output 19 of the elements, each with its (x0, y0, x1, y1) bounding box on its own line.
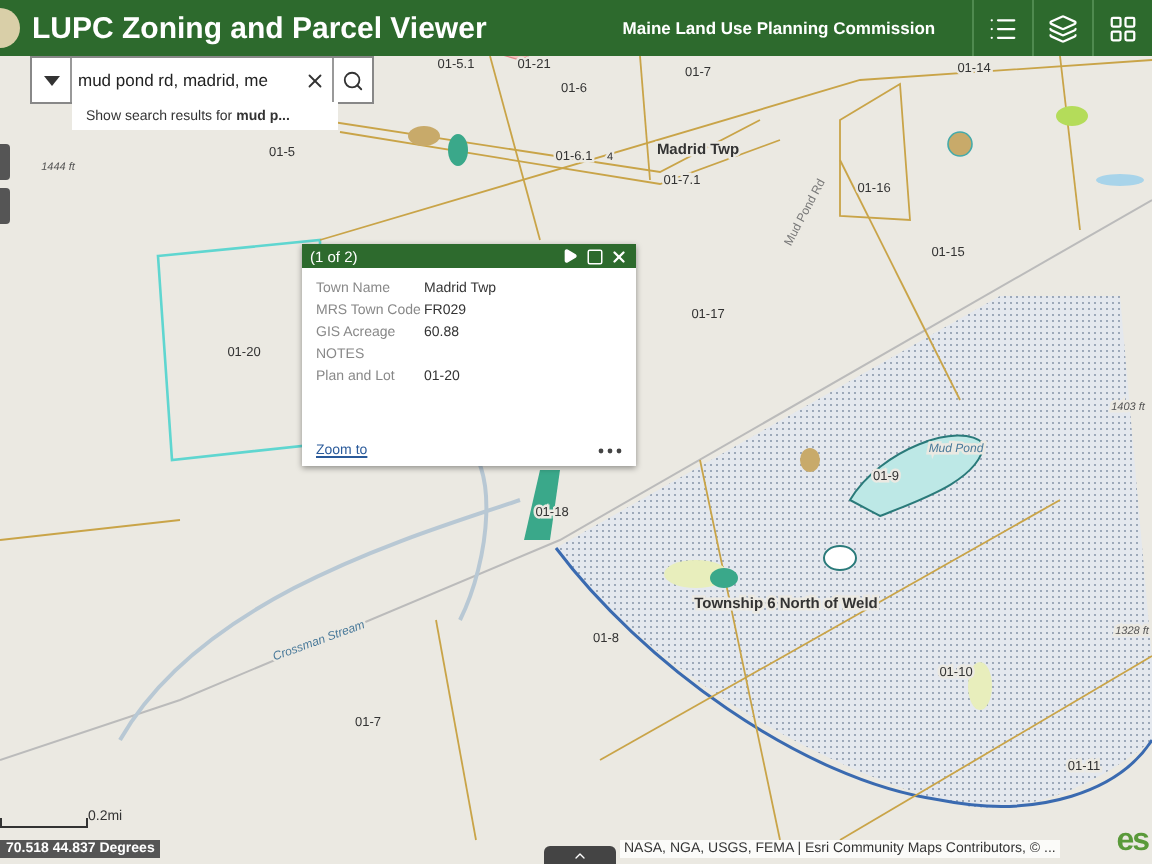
esri-logo: es (1116, 824, 1148, 860)
next-button[interactable] (562, 247, 580, 265)
logo-icon (0, 8, 20, 48)
close-button[interactable] (610, 247, 628, 265)
list-icon (988, 13, 1018, 43)
close-icon (303, 69, 325, 91)
toggle-panel-button[interactable] (544, 846, 616, 864)
layers-icon (1048, 13, 1078, 43)
app-subtitle: Maine Land Use Planning Commission (622, 18, 938, 38)
caret-icon (43, 75, 59, 85)
maximize-button[interactable] (586, 247, 604, 265)
play-icon (562, 247, 578, 263)
more-icon[interactable] (598, 448, 622, 454)
search-field[interactable]: mud pond rd, madrid, me (30, 56, 374, 104)
search-icon (342, 69, 364, 91)
close-icon (610, 247, 628, 265)
grid-icon (1108, 13, 1138, 43)
app-title: LUPC Zoning and Parcel Viewer (32, 11, 487, 45)
scale-bar (0, 818, 88, 828)
